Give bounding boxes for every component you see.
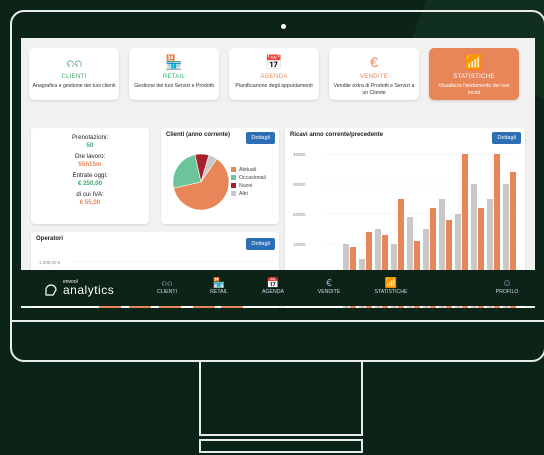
footer-item-retail[interactable]: 🏪 RETAIL bbox=[199, 278, 239, 295]
euro-icon: € bbox=[370, 54, 378, 70]
card-title: RETAIL bbox=[162, 74, 186, 80]
pie-panel: Clienti (anno corrente) Dettagli Abitual… bbox=[161, 128, 279, 224]
footer-label: PROFILO bbox=[495, 289, 519, 295]
euro-icon: € bbox=[326, 278, 332, 289]
y-tick-label: 40000 bbox=[293, 152, 306, 157]
calendar-icon: 📅 bbox=[266, 278, 280, 289]
monitor-chin-line bbox=[12, 320, 544, 322]
footer-item-clienti[interactable]: ၵၵ CLIENTI bbox=[147, 278, 187, 295]
card-desc: Vendite extra di Prodotti e Servizi a un… bbox=[333, 83, 415, 96]
legend-label: Occasionali bbox=[239, 175, 266, 181]
legend-item: Nuovi bbox=[231, 182, 266, 190]
logo-product: analytics bbox=[63, 283, 115, 297]
entrate-value: € 250,00 bbox=[77, 180, 103, 187]
legend-swatch bbox=[231, 183, 236, 189]
y-tick-label: 30000 bbox=[293, 182, 306, 187]
footer-item-vendite[interactable]: € VENDITE bbox=[309, 278, 349, 295]
legend-swatch bbox=[231, 167, 236, 173]
module-nav: ၵၵ CLIENTI Anagrafica e gestione dei tuo… bbox=[21, 38, 535, 100]
footer-label: RETAIL bbox=[210, 289, 228, 295]
legend-item: Altri bbox=[231, 190, 266, 198]
store-icon: 🏪 bbox=[212, 278, 226, 289]
card-clienti[interactable]: ၵၵ CLIENTI Anagrafica e gestione dei tuo… bbox=[29, 48, 119, 100]
ore-value: 55h15m bbox=[78, 161, 102, 168]
legend-label: Nuovi bbox=[239, 183, 253, 189]
card-desc: Anagrafica e gestione dei tuoi clienti bbox=[32, 83, 116, 89]
stats-panel: Prenotazioni: 50 Ore lavoro: 55h15m Entr… bbox=[31, 128, 149, 224]
chart-icon: 📶 bbox=[465, 54, 483, 70]
footer-item-statistiche[interactable]: 📶 STATISTICHE bbox=[367, 278, 415, 295]
footer-label: VENDITE bbox=[317, 289, 341, 295]
legend-swatch bbox=[231, 191, 236, 197]
card-title: AGENDA bbox=[260, 74, 288, 80]
card-desc: Pianificazione degli appuntamenti bbox=[235, 83, 313, 89]
card-title: STATISTICHE bbox=[453, 74, 495, 80]
legend-label: Altri bbox=[239, 191, 248, 197]
entrate-label: Entrate oggi: bbox=[72, 172, 108, 179]
legend-swatch bbox=[231, 175, 236, 181]
legend-item: Abituali bbox=[231, 166, 266, 174]
footer-item-profilo[interactable]: ☺ PROFILO bbox=[487, 278, 527, 295]
prenotazioni-label: Prenotazioni: bbox=[71, 134, 109, 141]
pie-legend: Abituali Occasionali Nuovi Altri bbox=[231, 166, 266, 198]
calendar-icon: 📅 bbox=[265, 54, 283, 70]
clients-icon: ၵၵ bbox=[66, 54, 82, 70]
footer-label: AGENDA bbox=[262, 289, 284, 295]
y-tick-label: 1.000,00 € bbox=[39, 260, 61, 265]
iva-value: € 55,00 bbox=[79, 199, 101, 206]
store-icon: 🏪 bbox=[165, 54, 183, 70]
profile-icon: ☺ bbox=[501, 278, 513, 289]
footer-nav: envool analytics ၵၵ CLIENTI 🏪 RETAIL 📅 A… bbox=[21, 270, 535, 306]
monitor-base bbox=[199, 439, 363, 453]
y-tick-label: 20000 bbox=[293, 212, 306, 217]
clients-icon: ၵၵ bbox=[161, 278, 173, 289]
app-screen: ၵၵ CLIENTI Anagrafica e gestione dei tuo… bbox=[21, 38, 535, 308]
footer-label: STATISTICHE bbox=[374, 289, 408, 295]
ore-label: Ore lavoro: bbox=[74, 153, 106, 160]
card-desc: Gestione dei tuoi Servizi e Prodotti bbox=[134, 83, 214, 89]
monitor-stand bbox=[199, 360, 363, 436]
card-title: VENDITE bbox=[359, 74, 389, 80]
footer-item-agenda[interactable]: 📅 AGENDA bbox=[253, 278, 293, 295]
prenotazioni-value: 50 bbox=[86, 142, 94, 149]
card-desc: Visualizza l'andamento dei tuoi locali bbox=[438, 83, 510, 96]
y-tick-label: 10000 bbox=[293, 242, 306, 247]
card-statistiche[interactable]: 📶 STATISTICHE Visualizza l'andamento dei… bbox=[429, 48, 519, 100]
camera-dot bbox=[281, 24, 286, 29]
card-retail[interactable]: 🏪 RETAIL Gestione dei tuoi Servizi e Pro… bbox=[129, 48, 219, 100]
legend-label: Abituali bbox=[239, 167, 257, 173]
card-title: CLIENTI bbox=[61, 74, 87, 80]
logo-icon bbox=[45, 284, 57, 296]
chart-icon: 📶 bbox=[384, 278, 398, 289]
card-vendite[interactable]: € VENDITE Vendite extra di Prodotti e Se… bbox=[329, 48, 419, 100]
legend-item: Occasionali bbox=[231, 174, 266, 182]
card-agenda[interactable]: 📅 AGENDA Pianificazione degli appuntamen… bbox=[229, 48, 319, 100]
iva-label: di cui IVA: bbox=[76, 191, 104, 198]
footer-label: CLIENTI bbox=[157, 289, 177, 295]
